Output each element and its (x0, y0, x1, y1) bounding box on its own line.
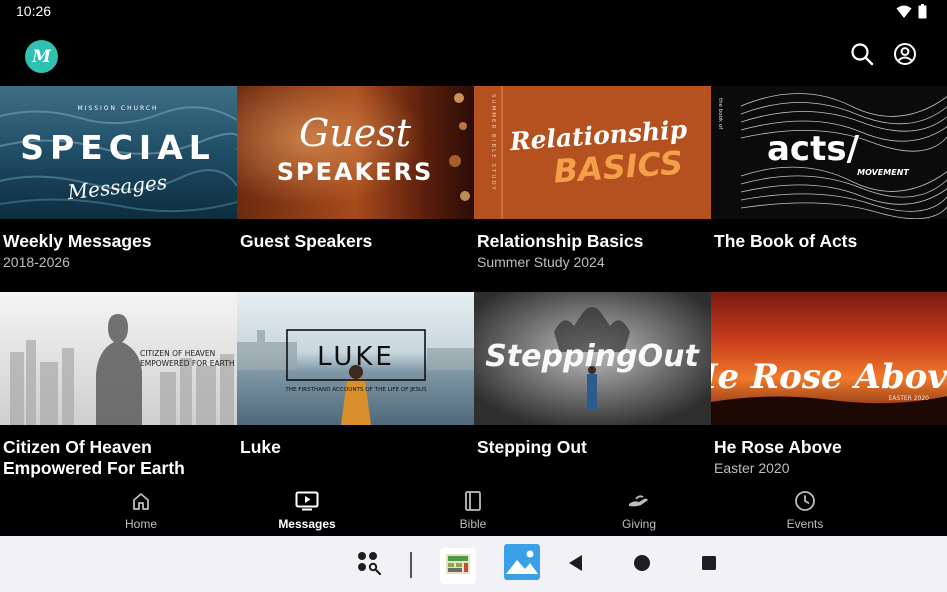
series-subtitle: Easter 2020 (714, 460, 790, 476)
series-subtitle: 2018-2026 (3, 254, 70, 270)
series-thumbnail: MISSION CHURCH SPECIAL Messages (0, 86, 237, 219)
back-icon (567, 554, 583, 577)
status-bar: 10:26 (0, 0, 947, 24)
nav-label: Bible (459, 517, 487, 531)
series-title: Citizen Of Heaven Empowered For Earth (3, 437, 185, 478)
series-card-stepping-out[interactable]: SteppingOut Stepping Out (474, 292, 711, 484)
series-thumbnail: CITIZEN OF HEAVEN EMPOWERED FOR EARTH (0, 292, 237, 425)
nav-giving[interactable]: Giving (579, 490, 699, 531)
app-logo[interactable]: M (25, 40, 58, 73)
account-icon (893, 42, 917, 71)
series-card-citizen-of-heaven[interactable]: CITIZEN OF HEAVEN EMPOWERED FOR EARTH Ci… (0, 292, 237, 484)
art-small-text: MOVEMENT (857, 168, 909, 177)
series-card-he-rose-above[interactable]: He Rose Above EASTER 2020 He Rose Above … (711, 292, 947, 484)
recents-button[interactable] (697, 553, 721, 577)
series-thumbnail: He Rose Above EASTER 2020 (711, 292, 947, 425)
system-navigation-bar (0, 536, 947, 592)
art-main-text: LUKE (317, 342, 395, 372)
home-system-button[interactable] (630, 553, 654, 577)
art-line1-text: CITIZEN OF HEAVEN (140, 349, 215, 358)
series-title: Guest Speakers (240, 231, 373, 251)
nav-bible[interactable]: Bible (413, 490, 533, 531)
recents-icon (701, 555, 717, 576)
app-drawer-button[interactable] (354, 550, 384, 580)
search-icon (850, 42, 874, 71)
art-vertical-text: the book of (717, 98, 723, 130)
series-card-book-of-acts[interactable]: the book of acts/ MOVEMENT The Book of A… (711, 86, 947, 286)
series-title: Stepping Out (477, 437, 587, 457)
art-main-text: SPECIAL (20, 128, 216, 167)
calculator-app-button[interactable] (440, 548, 476, 584)
art-vertical-text: SUMMER BIBLE STUDY (490, 94, 496, 192)
art-main-text: acts/ (767, 129, 860, 169)
events-icon (745, 490, 865, 512)
series-thumbnail: LUKE THE FIRSTHAND ACCOUNTS OF THE LIFE … (237, 292, 474, 425)
series-thumbnail: SUMMER BIBLE STUDY Relationship BASICS (474, 86, 711, 219)
art-main-text: He Rose Above (711, 357, 947, 397)
series-subtitle: Summer Study 2024 (477, 254, 605, 270)
bottom-navigation: Home Messages Bible Giving Events (0, 484, 947, 536)
back-button[interactable] (563, 553, 587, 577)
battery-icon (918, 4, 927, 24)
series-title: Weekly Messages (3, 231, 152, 251)
divider (410, 552, 412, 578)
account-button[interactable] (892, 42, 918, 71)
bible-icon (413, 490, 533, 512)
home-icon (81, 490, 201, 512)
calculator-app-icon (445, 553, 471, 580)
series-card-relationship-basics[interactable]: SUMMER BIBLE STUDY Relationship BASICS R… (474, 86, 711, 286)
series-card-luke[interactable]: LUKE THE FIRSTHAND ACCOUNTS OF THE LIFE … (237, 292, 474, 484)
art-main-text: SPEAKERS (277, 158, 434, 186)
nav-label: Messages (278, 517, 336, 531)
series-thumbnail: the book of acts/ MOVEMENT (711, 86, 947, 219)
giving-icon (579, 490, 699, 512)
home-circle-icon (633, 554, 651, 577)
nav-label: Home (124, 517, 157, 531)
logo-letter: M (32, 46, 51, 67)
series-title: He Rose Above (714, 437, 842, 457)
wifi-icon (896, 5, 912, 24)
series-card-weekly-messages[interactable]: MISSION CHURCH SPECIAL Messages Weekly M… (0, 86, 237, 286)
series-title: Relationship Basics (477, 231, 644, 251)
series-title: The Book of Acts (714, 231, 858, 251)
art-small-text: THE FIRSTHAND ACCOUNTS OF THE LIFE OF JE… (284, 387, 427, 393)
nav-home[interactable]: Home (81, 490, 201, 531)
status-icons (896, 4, 927, 24)
app-bar: M (0, 24, 947, 86)
nav-messages[interactable]: Messages (247, 490, 367, 531)
series-thumbnail: Guest SPEAKERS (237, 86, 474, 219)
nav-events[interactable]: Events (745, 490, 865, 531)
series-thumbnail: SteppingOut (474, 292, 711, 425)
nav-label: Giving (621, 517, 656, 531)
photos-app-button[interactable] (503, 544, 540, 585)
photos-app-icon (503, 544, 540, 585)
art-main-text: SteppingOut (485, 339, 700, 374)
nav-label: Events (786, 517, 824, 531)
app-drawer-icon (355, 549, 383, 582)
art-line2-text: EMPOWERED FOR EARTH (140, 359, 234, 368)
art-small-text: EASTER 2020 (888, 395, 929, 402)
status-time: 10:26 (16, 3, 52, 19)
art-script-text: Guest (299, 111, 412, 155)
art-top-text: MISSION CHURCH (77, 105, 158, 112)
series-title: Luke (240, 437, 281, 457)
series-card-guest-speakers[interactable]: Guest SPEAKERS Guest Speakers (237, 86, 474, 286)
messages-icon (247, 490, 367, 512)
search-button[interactable] (849, 42, 875, 71)
